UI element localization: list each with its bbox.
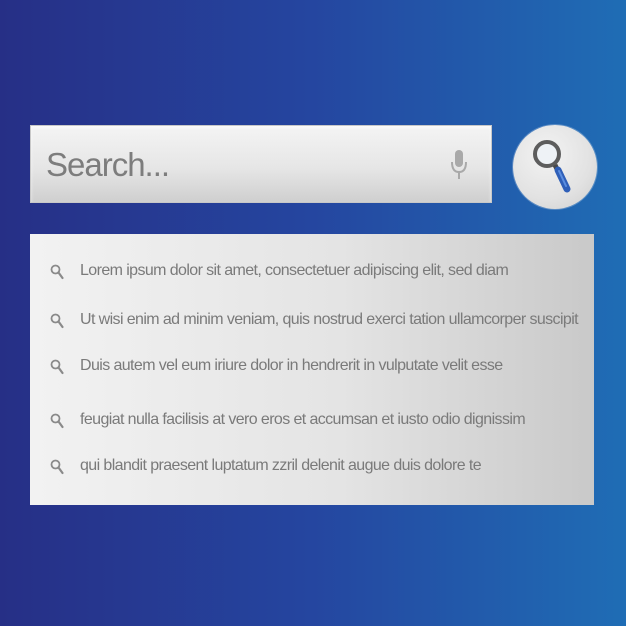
search-icon bbox=[50, 313, 64, 329]
suggestion-item[interactable]: Duis autem vel eum iriure dolor in hendr… bbox=[30, 353, 590, 383]
search-icon bbox=[50, 359, 64, 375]
suggestion-text: Duis autem vel eum iriure dolor in hendr… bbox=[80, 357, 503, 374]
suggestion-text: Lorem ipsum dolor sit amet, consectetuer… bbox=[80, 262, 509, 279]
suggestion-item[interactable]: feugiat nulla facilisis at vero eros et … bbox=[30, 407, 590, 437]
suggestion-item[interactable]: Ut wisi enim ad minim veniam, quis nostr… bbox=[30, 307, 590, 337]
microphone-icon[interactable] bbox=[450, 149, 468, 181]
magnifier-icon bbox=[533, 140, 571, 193]
suggestion-item[interactable]: qui blandit praesent luptatum zzril dele… bbox=[30, 453, 590, 483]
search-icon bbox=[50, 264, 64, 280]
search-input[interactable] bbox=[46, 144, 426, 186]
search-button[interactable] bbox=[513, 125, 597, 209]
suggestion-item[interactable]: Lorem ipsum dolor sit amet, consectetuer… bbox=[30, 258, 590, 288]
suggestion-text: feugiat nulla facilisis at vero eros et … bbox=[80, 411, 526, 428]
search-bar bbox=[30, 125, 492, 203]
suggestion-text: qui blandit praesent luptatum zzril dele… bbox=[80, 457, 482, 474]
suggestions-panel: Lorem ipsum dolor sit amet, consectetuer… bbox=[30, 234, 594, 505]
suggestion-text: Ut wisi enim ad minim veniam, quis nostr… bbox=[80, 311, 579, 328]
search-icon bbox=[50, 413, 64, 429]
search-icon bbox=[50, 459, 64, 475]
